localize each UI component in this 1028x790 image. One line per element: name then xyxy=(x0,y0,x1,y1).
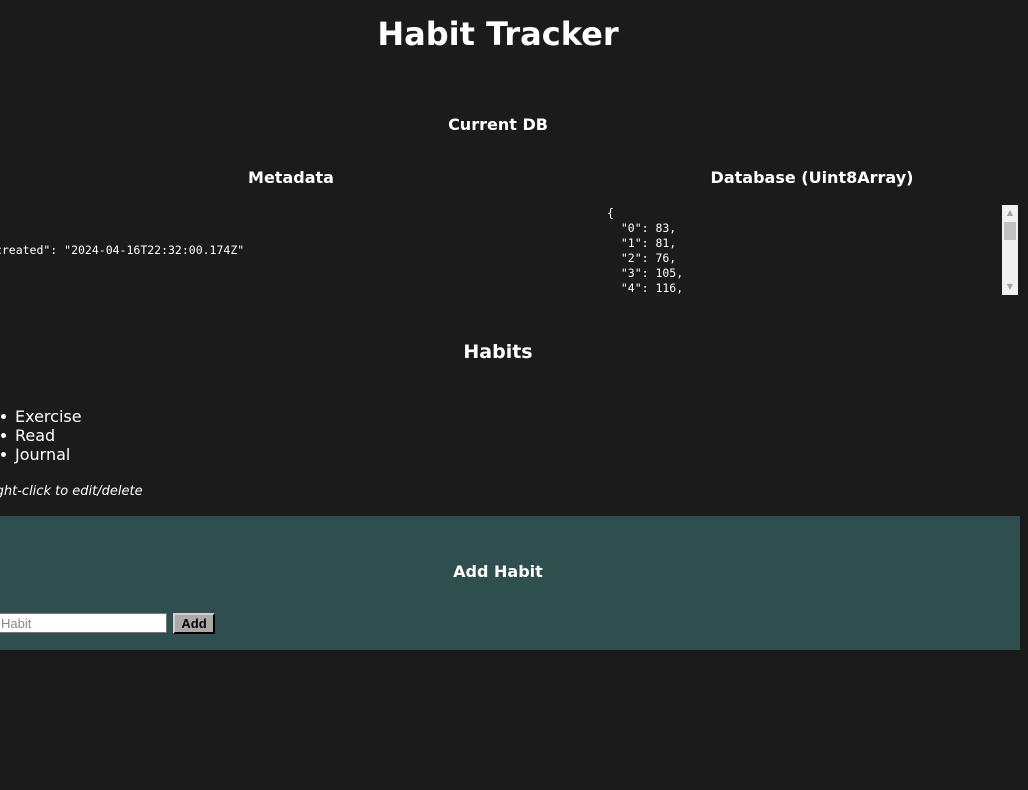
page: Habit Tracker Current DB Metadata "creat… xyxy=(0,0,1028,790)
database-scrollbar[interactable]: ▲ ▼ xyxy=(1002,205,1018,295)
scroll-down-arrow-icon[interactable]: ▼ xyxy=(1002,279,1018,295)
add-habit-heading: Add Habit xyxy=(453,562,543,581)
bullet-icon xyxy=(1,452,6,457)
habit-item-label: Exercise xyxy=(15,407,82,426)
bullet-icon xyxy=(1,433,6,438)
scroll-up-arrow-icon[interactable]: ▲ xyxy=(1002,205,1018,221)
add-habit-button[interactable]: Add xyxy=(173,613,215,634)
scrollbar-thumb[interactable] xyxy=(1004,222,1016,240)
habits-heading: Habits xyxy=(463,341,533,363)
habit-item[interactable]: Journal xyxy=(0,445,82,464)
edit-delete-hint: Right-click to edit/delete xyxy=(0,484,143,499)
page-title: Habit Tracker xyxy=(377,15,619,53)
database-heading: Database (Uint8Array) xyxy=(710,168,914,187)
habit-item-label: Journal xyxy=(15,445,71,464)
database-scroll-panel[interactable]: { "0": 83, "1": 81, "2": 76, "3": 105, "… xyxy=(602,205,1018,295)
metadata-heading: Metadata xyxy=(248,168,334,187)
bullet-icon xyxy=(1,414,6,419)
add-habit-section: Add Habit Add xyxy=(0,516,1020,650)
habit-item[interactable]: Read xyxy=(0,426,82,445)
habit-item[interactable]: Exercise xyxy=(0,407,82,426)
current-db-heading: Current DB xyxy=(448,115,548,134)
metadata-json: "created": "2024-04-16T22:32:00.174Z" xyxy=(0,243,245,257)
database-json: { "0": 83, "1": 81, "2": 76, "3": 105, "… xyxy=(607,206,684,295)
habit-list: Exercise Read Journal xyxy=(0,407,82,464)
habit-item-label: Read xyxy=(15,426,56,445)
habit-name-input[interactable] xyxy=(0,613,167,633)
